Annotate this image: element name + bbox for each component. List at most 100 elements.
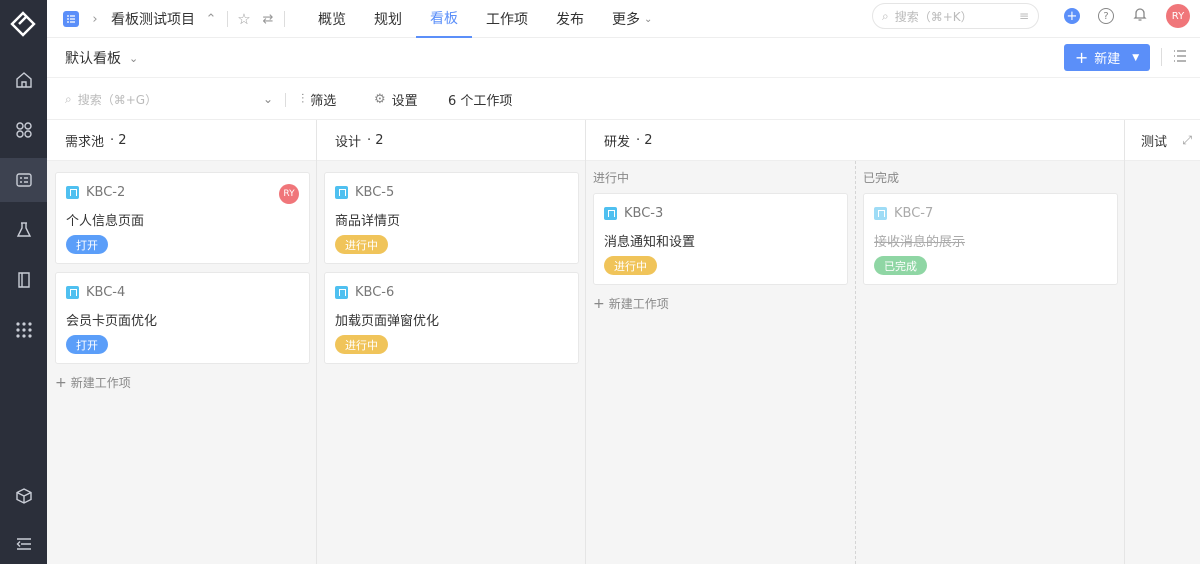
card-title: 消息通知和设置	[604, 231, 695, 250]
status-badge[interactable]: 打开	[66, 235, 108, 254]
bookmark-icon	[335, 286, 348, 299]
status-badge[interactable]: 进行中	[604, 256, 657, 275]
tab-more[interactable]: 更多⌄	[598, 0, 666, 38]
gear-icon: ⚙	[374, 92, 386, 107]
project-name[interactable]: 看板测试项目	[111, 9, 195, 29]
column-divider	[316, 120, 317, 564]
board-search-input[interactable]: ⌕ 搜索（⌘+G） ⌄	[65, 86, 273, 112]
settings-button[interactable]: ⚙ 设置	[374, 86, 418, 112]
project-icon[interactable]	[0, 158, 47, 202]
apps-grid-icon[interactable]	[0, 108, 47, 152]
divider	[284, 11, 285, 27]
subcolumn-done: 已完成	[863, 169, 899, 186]
kanban-board: 需求池 · 2 设计 · 2 研发 · 2 测试 ⤢ 进行中 已完成 KBC-2…	[47, 120, 1200, 564]
card-id-row: KBC-5	[335, 185, 394, 200]
tab-planning[interactable]: 规划	[360, 0, 416, 38]
column-divider	[585, 120, 586, 564]
card-id: KBC-2	[86, 185, 125, 200]
main-nav: 概览 规划 看板 工作项 发布 更多⌄	[304, 0, 666, 38]
wiki-book-icon[interactable]	[0, 258, 47, 302]
status-badge[interactable]: 进行中	[335, 335, 388, 354]
filter-button[interactable]: ⫶ 筛选	[301, 86, 336, 112]
work-item-card[interactable]: KBC-5 商品详情页 进行中	[324, 172, 579, 264]
swap-icon[interactable]: ⇄	[260, 11, 276, 27]
board-toolbar: 默认看板 ⌄ + 新建 ▼	[47, 38, 1200, 78]
caret-down-icon: ▼	[1132, 53, 1139, 63]
column-name: 设计	[335, 131, 361, 150]
card-id: KBC-7	[894, 206, 933, 221]
new-button-label: 新建	[1094, 48, 1120, 67]
add-circle-icon[interactable]: +	[1064, 8, 1080, 24]
column-count: · 2	[367, 133, 384, 148]
bell-icon[interactable]	[1132, 6, 1148, 26]
column-header-backlog: 需求池 · 2	[47, 120, 316, 161]
chevron-down-icon[interactable]: ⌄	[263, 92, 273, 106]
bookmark-icon	[66, 186, 79, 199]
card-id: KBC-6	[355, 285, 394, 300]
bookmark-icon	[604, 207, 617, 220]
assignee-avatar[interactable]: RY	[279, 184, 299, 204]
board-selector[interactable]: 默认看板 ⌄	[65, 38, 138, 78]
switch-project-icon[interactable]: ⌃	[203, 11, 219, 27]
tab-overview[interactable]: 概览	[304, 0, 360, 38]
bookmark-icon	[335, 186, 348, 199]
column-header-dev: 研发 · 2	[586, 120, 1124, 161]
status-badge[interactable]: 进行中	[335, 235, 388, 254]
column-count: · 2	[110, 133, 127, 148]
plus-icon: +	[1075, 48, 1088, 67]
filter-icon[interactable]: ≡	[1019, 9, 1029, 23]
settings-label: 设置	[392, 90, 418, 109]
tab-work-items[interactable]: 工作项	[472, 0, 542, 38]
tab-board[interactable]: 看板	[416, 0, 472, 38]
left-rail	[0, 0, 47, 564]
bookmark-icon	[66, 286, 79, 299]
card-id-row: KBC-4	[66, 285, 125, 300]
divider	[285, 93, 286, 107]
help-icon[interactable]: ?	[1098, 8, 1114, 24]
chevron-down-icon: ⌄	[644, 14, 652, 25]
search-icon: ⌕	[65, 92, 72, 107]
status-badge[interactable]: 已完成	[874, 256, 927, 275]
card-title: 商品详情页	[335, 210, 400, 229]
work-item-card[interactable]: KBC-2 RY 个人信息页面 打开	[55, 172, 310, 264]
star-icon[interactable]: ☆	[236, 11, 252, 27]
card-id: KBC-5	[355, 185, 394, 200]
column-name: 测试	[1141, 131, 1167, 150]
user-avatar[interactable]: RY	[1166, 4, 1190, 28]
filter-label: 筛选	[310, 90, 336, 109]
project-type-icon	[63, 11, 79, 27]
card-id: KBC-3	[624, 206, 663, 221]
status-badge[interactable]: 打开	[66, 335, 108, 354]
test-flask-icon[interactable]	[0, 208, 47, 252]
card-title: 个人信息页面	[66, 210, 144, 229]
list-view-icon[interactable]	[1172, 48, 1190, 66]
board-search-placeholder: 搜索（⌘+G）	[78, 91, 157, 108]
plus-icon: +	[593, 296, 605, 312]
board-selector-label: 默认看板	[65, 48, 121, 68]
home-icon[interactable]	[0, 58, 47, 102]
new-button[interactable]: + 新建 ▼	[1064, 44, 1150, 71]
app-logo-icon[interactable]	[8, 9, 38, 39]
column-test-body	[1125, 161, 1200, 564]
cube-icon[interactable]	[0, 474, 47, 518]
work-item-card[interactable]: KBC-7 接收消息的展示 已完成	[863, 193, 1118, 285]
work-item-card[interactable]: KBC-3 消息通知和设置 进行中	[593, 193, 848, 285]
add-work-item-button[interactable]: + 新建工作项	[55, 374, 131, 391]
card-id-row: KBC-2	[66, 185, 125, 200]
global-search-input[interactable]: ⌕ 搜索（⌘+K） ≡	[872, 3, 1039, 29]
collapse-sidebar-icon[interactable]	[0, 522, 47, 566]
global-search-placeholder: 搜索（⌘+K）	[895, 8, 973, 25]
search-icon: ⌕	[882, 9, 889, 24]
tab-release[interactable]: 发布	[542, 0, 598, 38]
filter-bar: ⌕ 搜索（⌘+G） ⌄ ⫶ 筛选 ⚙ 设置 6 个工作项	[47, 78, 1200, 120]
filter-icon: ⫶	[301, 92, 304, 107]
more-apps-icon[interactable]	[0, 308, 47, 352]
card-id: KBC-4	[86, 285, 125, 300]
breadcrumb: › 看板测试项目 ⌃ ☆ ⇄	[63, 0, 285, 38]
work-item-card[interactable]: KBC-6 加载页面弹窗优化 进行中	[324, 272, 579, 364]
add-work-item-button[interactable]: + 新建工作项	[593, 295, 669, 312]
bookmark-icon	[874, 207, 887, 220]
expand-icon[interactable]: ⤢	[1182, 133, 1192, 148]
add-work-item-label: 新建工作项	[71, 374, 131, 391]
work-item-card[interactable]: KBC-4 会员卡页面优化 打开	[55, 272, 310, 364]
